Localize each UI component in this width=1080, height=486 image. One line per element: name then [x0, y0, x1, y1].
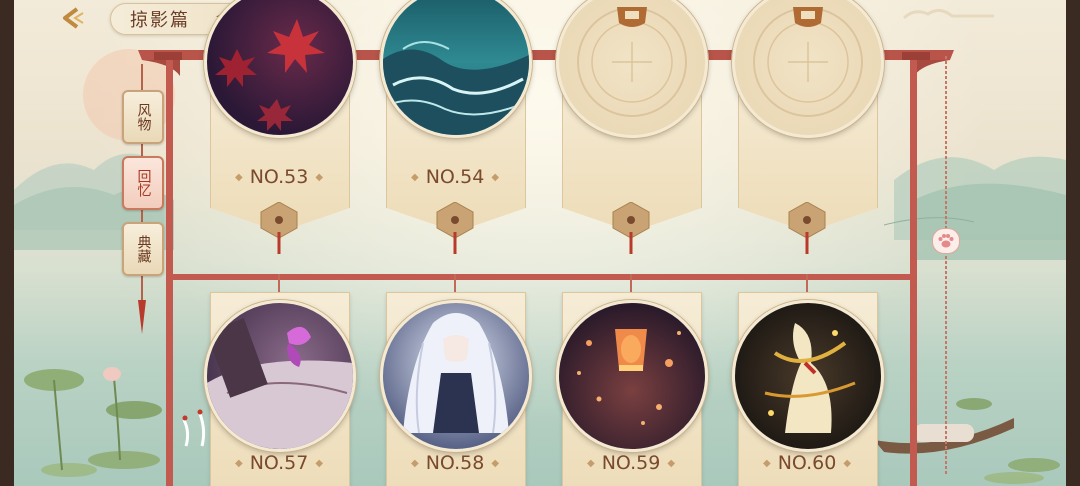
diamond-ornament-icon: ◆ [234, 458, 243, 469]
card-image-silver-hair [380, 300, 532, 452]
card-number-row: ◆ NO.54 ◆ [386, 166, 524, 188]
memory-card-58[interactable]: ◆ NO.58 ◆ [380, 274, 532, 486]
memory-card-59[interactable]: ◆ NO.59 ◆ [556, 274, 708, 486]
card-number-row: ◆ NO.57 ◆ [210, 452, 348, 474]
diamond-ornament-icon: ◆ [234, 172, 243, 183]
lock-icon [753, 7, 863, 117]
card-number: NO.57 [249, 452, 309, 474]
page-title: 掠影篇 [130, 10, 190, 31]
hanging-seal-icon [260, 202, 298, 254]
card-number: NO.54 [425, 166, 485, 188]
diamond-ornament-icon: ◆ [491, 458, 500, 469]
card-number: NO.58 [425, 452, 485, 474]
diamond-ornament-icon: ◆ [410, 458, 419, 469]
locked-card[interactable] [556, 0, 708, 260]
card-number: NO.53 [249, 166, 309, 188]
diamond-ornament-icon: ◆ [315, 172, 324, 183]
card-number-row: ◆ NO.60 ◆ [738, 452, 876, 474]
locked-card[interactable] [732, 0, 884, 260]
memory-card-60[interactable]: ◆ NO.60 ◆ [732, 274, 884, 486]
card-image-golden-dancer [732, 300, 884, 452]
back-button[interactable] [54, 4, 90, 32]
diamond-ornament-icon: ◆ [315, 458, 324, 469]
diamond-ornament-icon: ◆ [667, 458, 676, 469]
card-number: NO.59 [601, 452, 661, 474]
card-image-sky-lanterns [556, 300, 708, 452]
card-number-row: ◆ NO.59 ◆ [562, 452, 700, 474]
diamond-ornament-icon: ◆ [586, 458, 595, 469]
hanging-seal-icon [436, 202, 474, 254]
cloud-ornament [902, 9, 994, 20]
diamond-ornament-icon: ◆ [843, 458, 852, 469]
hanging-seal-icon [612, 202, 650, 254]
diamond-ornament-icon: ◆ [762, 458, 771, 469]
scroll-handle[interactable] [932, 228, 960, 254]
back-arrow-icon [63, 7, 84, 29]
card-number-row: ◆ NO.53 ◆ [210, 166, 348, 188]
hanging-seal-icon [788, 202, 826, 254]
gallery-screen: 掠影篇 风物 回忆 典藏 ◆ NO.53 ◆ ◆ NO.54 ◆ ◆ NO.57… [14, 0, 1066, 486]
scroll-track [945, 56, 947, 476]
lock-icon [577, 7, 687, 117]
diamond-ornament-icon: ◆ [491, 172, 500, 183]
paw-icon [938, 234, 954, 248]
memory-card-57[interactable]: ◆ NO.57 ◆ [204, 274, 356, 486]
card-number-row: ◆ NO.58 ◆ [386, 452, 524, 474]
card-number: NO.60 [777, 452, 837, 474]
card-image-butterfly [204, 300, 356, 452]
diamond-ornament-icon: ◆ [410, 172, 419, 183]
memory-card-53[interactable]: ◆ NO.53 ◆ [204, 0, 356, 260]
memory-card-54[interactable]: ◆ NO.54 ◆ [380, 0, 532, 260]
